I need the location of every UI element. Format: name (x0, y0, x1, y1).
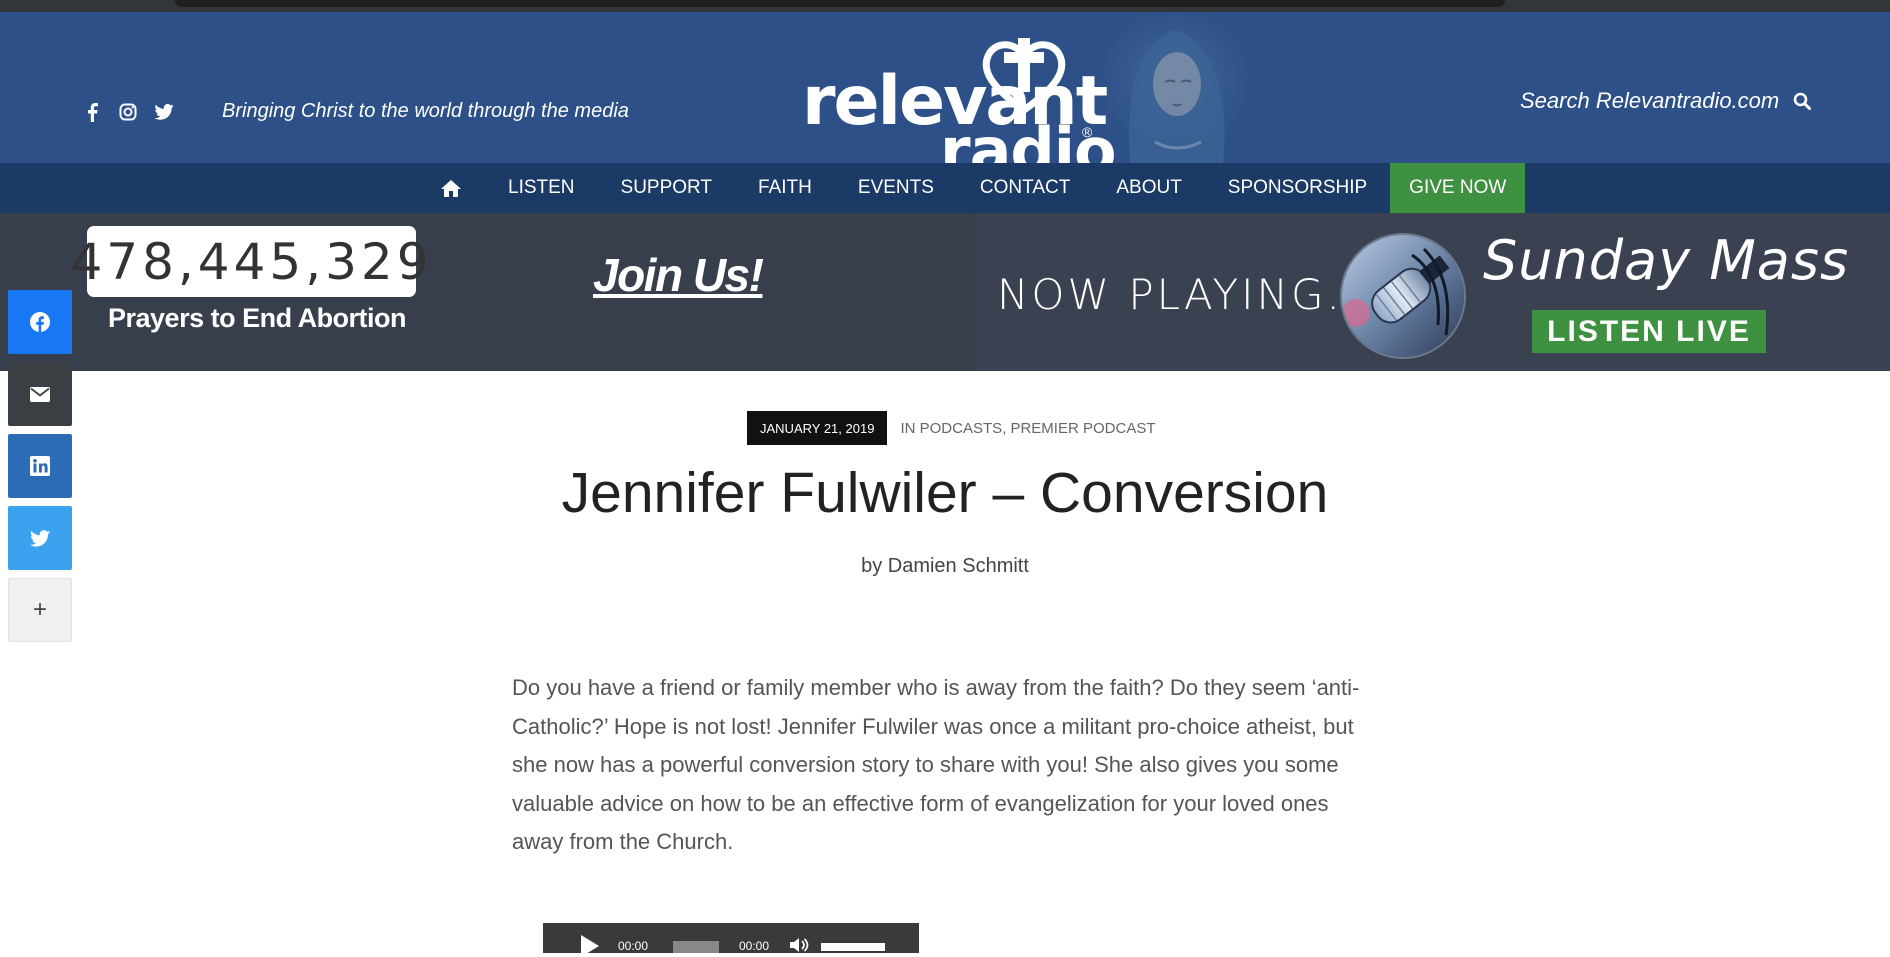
share-more-button[interactable]: + (8, 578, 72, 642)
nav-item-events[interactable]: EVENTS (835, 163, 957, 213)
now-playing-show: Sunday Mass (1483, 229, 1850, 292)
twitter-icon (30, 529, 50, 547)
post-date: JANUARY 21, 2019 (747, 411, 888, 445)
player-duration: 00:00 (739, 939, 770, 953)
category-premier-podcast-link[interactable]: PREMIER PODCAST (1010, 420, 1155, 437)
prayer-counter-value: 478,445,329 (70, 232, 433, 291)
search-icon[interactable] (1793, 92, 1812, 110)
share-facebook-button[interactable] (8, 290, 72, 354)
prayer-counter: 478,445,329 (70, 226, 429, 297)
search-label: Search Relevantradio.com (1520, 88, 1780, 113)
site-search[interactable]: Search Relevantradio.com (1520, 88, 1812, 114)
nav-item-contact[interactable]: CONTACT (957, 163, 1093, 213)
post-meta: JANUARY 21, 2019 IN PODCASTS, PREMIER PO… (747, 411, 1156, 445)
categories-prefix: IN (900, 419, 916, 437)
microphone-image (1340, 233, 1466, 359)
plus-icon: + (32, 596, 47, 623)
logo-registered-mark: ® (1082, 124, 1093, 140)
player-progress-bar[interactable] (673, 941, 719, 953)
listen-live-button[interactable]: LISTEN LIVE (1532, 310, 1766, 353)
volume-slider[interactable] (821, 943, 885, 951)
browser-address-bar-edge (175, 0, 1505, 7)
relevant-radio-logo[interactable]: relevant radio ® (800, 28, 1117, 163)
prayer-counter-caption: Prayers to End Abortion (108, 303, 407, 333)
now-playing-label: NOW PLAYING... (997, 270, 1376, 319)
byline-prefix: by (861, 555, 883, 577)
post-body-paragraph: Do you have a friend or family member wh… (512, 675, 1360, 854)
post-title: Jennifer Fulwiler – Conversion (561, 461, 1329, 525)
join-us-link[interactable]: Join Us! (593, 248, 764, 302)
post-byline: by Damien Schmitt (0, 555, 1890, 578)
nav-item-about[interactable]: ABOUT (1093, 163, 1204, 213)
play-icon[interactable] (581, 935, 599, 957)
twitter-icon[interactable] (154, 102, 174, 122)
share-email-button[interactable] (8, 362, 72, 426)
home-icon[interactable] (440, 179, 462, 198)
site-header: Bringing Christ to the world through the… (0, 12, 1890, 163)
email-icon (30, 386, 50, 402)
give-now-button[interactable]: GIVE NOW (1390, 163, 1526, 213)
nav-item-listen[interactable]: LISTEN (485, 163, 598, 213)
main-nav: LISTEN SUPPORT FAITH EVENTS CONTACT ABOU… (0, 163, 1890, 213)
post-categories: IN PODCASTS, PREMIER PODCAST (900, 420, 1155, 437)
instagram-icon[interactable] (118, 102, 138, 122)
nav-home[interactable] (436, 163, 485, 213)
browser-tab-strip (0, 0, 1890, 12)
nav-item-support[interactable]: SUPPORT (598, 163, 736, 213)
facebook-icon[interactable] (82, 102, 102, 122)
nav-items: LISTEN SUPPORT FAITH EVENTS CONTACT ABOU… (436, 163, 1526, 213)
facebook-icon (30, 312, 50, 332)
player-current-time: 00:00 (618, 939, 649, 953)
header-social-links (82, 102, 174, 122)
nav-item-sponsorship[interactable]: SPONSORSHIP (1205, 163, 1390, 213)
category-podcasts-link[interactable]: PODCASTS (920, 420, 1003, 437)
author-link[interactable]: Damien Schmitt (888, 555, 1029, 577)
promo-banner: 478,445,329 Prayers to End Abortion Join… (0, 213, 1890, 371)
nav-item-faith[interactable]: FAITH (735, 163, 835, 213)
virgin-mary-image (1095, 12, 1255, 163)
site-tagline: Bringing Christ to the world through the… (222, 100, 629, 122)
audio-player: 00:00 00:00 (543, 923, 919, 957)
volume-icon[interactable] (790, 937, 810, 953)
